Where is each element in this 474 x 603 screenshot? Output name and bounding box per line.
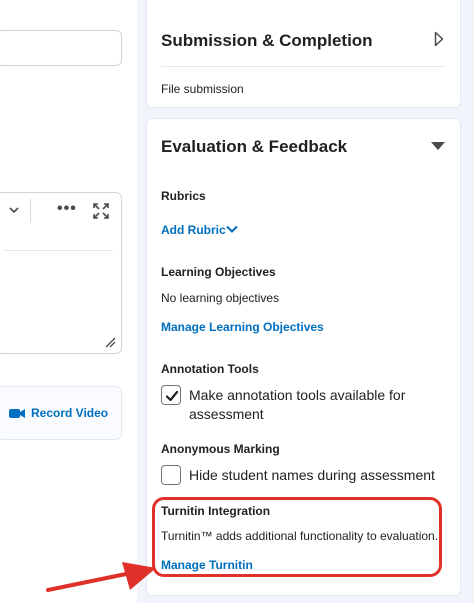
fullscreen-icon[interactable] xyxy=(92,202,110,220)
submission-completion-card[interactable]: Submission & Completion File submission xyxy=(146,0,461,108)
chevron-down-icon[interactable] xyxy=(226,225,238,233)
caret-down-icon[interactable] xyxy=(430,141,446,151)
instructions-editor[interactable]: ••• xyxy=(0,192,122,354)
resize-handle-icon[interactable] xyxy=(105,337,116,348)
caret-right-icon[interactable] xyxy=(434,31,444,47)
more-options-icon[interactable]: ••• xyxy=(57,201,77,217)
manage-learning-objectives-link[interactable]: Manage Learning Objectives xyxy=(161,320,324,334)
turnitin-highlight-box xyxy=(152,497,442,577)
video-camera-icon xyxy=(9,409,25,418)
chevron-down-icon[interactable] xyxy=(9,205,19,215)
title-input[interactable] xyxy=(0,30,122,66)
pointer-arrow-icon xyxy=(46,562,156,592)
submission-summary: File submission xyxy=(161,82,244,96)
editor-divider xyxy=(3,250,113,251)
annotation-tools-label: Annotation Tools xyxy=(161,362,259,376)
card-divider xyxy=(161,66,446,67)
toolbar-divider xyxy=(30,199,31,223)
rubrics-label: Rubrics xyxy=(161,189,206,203)
anonymous-marking-label: Anonymous Marking xyxy=(161,442,280,456)
anonymous-marking-checkbox[interactable] xyxy=(161,465,181,485)
record-video-label: Record Video xyxy=(31,406,109,420)
annotation-tools-checkbox[interactable] xyxy=(161,385,181,405)
learning-objectives-value: No learning objectives xyxy=(161,291,280,305)
checkmark-icon xyxy=(165,390,179,402)
submission-card-title[interactable]: Submission & Completion xyxy=(161,31,373,51)
editor-toolbar: ••• xyxy=(0,193,121,229)
evaluation-card-title[interactable]: Evaluation & Feedback xyxy=(161,137,347,157)
anonymous-marking-checkbox-label[interactable]: Hide student names during assessment xyxy=(189,466,449,485)
learning-objectives-label: Learning Objectives xyxy=(161,265,276,279)
annotation-tools-checkbox-label[interactable]: Make annotation tools available for asse… xyxy=(189,386,429,424)
record-video-button[interactable]: Record Video xyxy=(0,386,122,440)
add-rubric-link[interactable]: Add Rubric xyxy=(161,223,226,237)
